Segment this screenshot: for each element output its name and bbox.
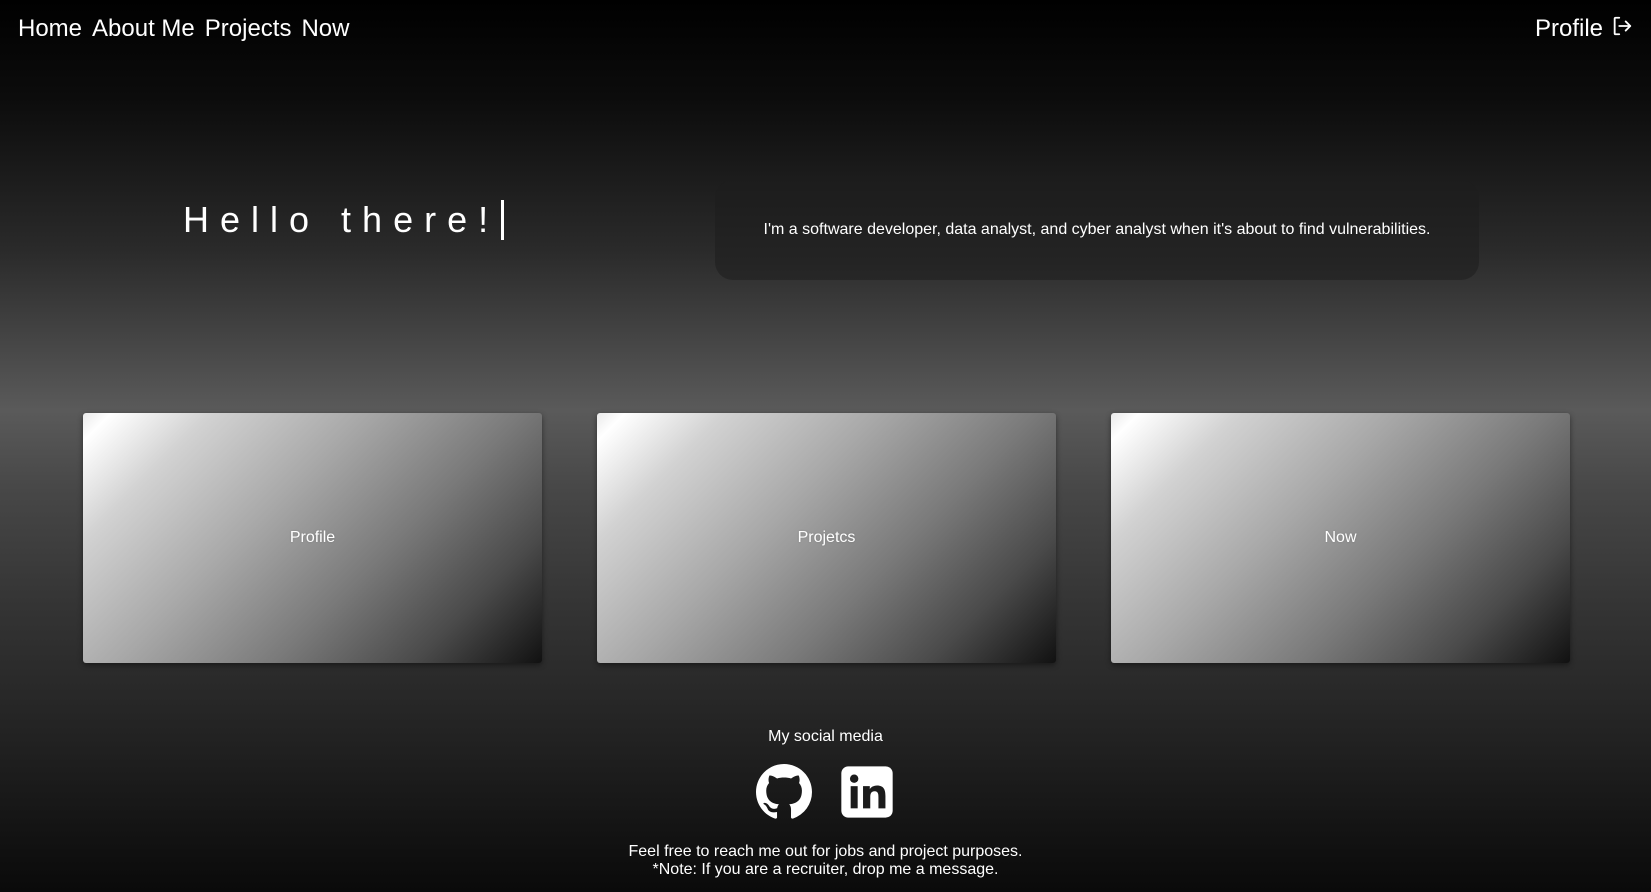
logout-icon[interactable] (1611, 15, 1633, 37)
nav-link-now[interactable]: Now (301, 14, 349, 44)
github-icon[interactable] (756, 764, 812, 820)
profile-nav[interactable]: Profile (1535, 14, 1633, 44)
nav-link-projects[interactable]: Projects (205, 14, 292, 44)
card-now[interactable]: Now (1111, 413, 1570, 663)
social-media-title: My social media (768, 728, 883, 745)
card-projects[interactable]: Projetcs (597, 413, 1056, 663)
card-now-label: Now (1324, 529, 1357, 546)
linkedin-icon[interactable] (839, 764, 895, 820)
footer-text: Feel free to reach me out for jobs and p… (0, 843, 1651, 879)
profile-nav-label[interactable]: Profile (1535, 14, 1603, 44)
hero-title-text: Hello there! (183, 199, 500, 240)
intro-text: I'm a software developer, data analyst, … (763, 221, 1431, 238)
card-projects-label: Projetcs (797, 529, 856, 546)
intro-box: I'm a software developer, data analyst, … (715, 180, 1479, 280)
nav-link-about-me[interactable]: About Me (92, 14, 195, 44)
typing-cursor (501, 200, 505, 240)
hero-heading: Hello there! (183, 196, 505, 244)
card-profile-label: Profile (289, 529, 336, 546)
nav-links: Home About Me Projects Now (18, 14, 349, 44)
card-profile[interactable]: Profile (83, 413, 542, 663)
nav-link-home[interactable]: Home (18, 14, 82, 44)
social-icons (0, 764, 1651, 820)
footer-line-1: Feel free to reach me out for jobs and p… (628, 843, 1023, 860)
footer-line-2: *Note: If you are a recruiter, drop me a… (652, 861, 999, 878)
top-navbar: Home About Me Projects Now Profile (0, 0, 1651, 58)
